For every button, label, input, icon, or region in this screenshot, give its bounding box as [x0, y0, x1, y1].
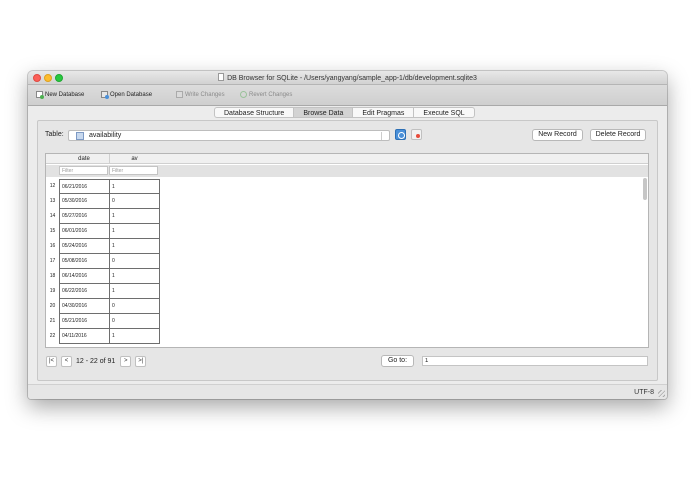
row-number[interactable]: 19	[46, 284, 59, 299]
cell-av[interactable]: 1	[109, 269, 160, 284]
table-row[interactable]: 19 06/22/2016 1	[46, 284, 160, 299]
row-number[interactable]: 13	[46, 194, 59, 209]
open-database-button[interactable]: Open Database	[101, 91, 153, 99]
cell-date[interactable]: 05/24/2016	[59, 239, 110, 254]
column-header-av[interactable]: av	[109, 154, 159, 164]
window-title-text: DB Browser for SQLite - /Users/yangyang/…	[227, 75, 477, 82]
cell-av[interactable]: 1	[109, 209, 160, 224]
cell-date[interactable]: 06/14/2016	[59, 269, 110, 284]
goto-input[interactable]	[422, 356, 648, 366]
first-page-button[interactable]: |<	[46, 356, 57, 367]
chevron-down-icon	[381, 132, 387, 140]
delete-record-button[interactable]: Delete Record	[590, 129, 646, 141]
table-row[interactable]: 12 06/21/2016 1	[46, 179, 160, 194]
tab-bar: Database Structure Browse Data Edit Prag…	[214, 107, 475, 118]
cell-date[interactable]: 04/30/2016	[59, 299, 110, 314]
record-range: 12 - 22 of 91	[76, 358, 116, 365]
tab-execute-sql[interactable]: Execute SQL	[414, 107, 475, 118]
status-bar: UTF-8	[28, 384, 667, 399]
cell-date[interactable]: 04/11/2016	[59, 329, 110, 344]
write-changes-icon	[176, 91, 183, 98]
cell-date[interactable]: 06/22/2016	[59, 284, 110, 299]
row-number[interactable]: 14	[46, 209, 59, 224]
row-number[interactable]: 16	[46, 239, 59, 254]
cell-av[interactable]: 1	[109, 239, 160, 254]
column-header-date[interactable]: date	[59, 154, 109, 164]
table-label: Table:	[45, 131, 64, 138]
new-database-label: New Database	[45, 91, 85, 98]
open-database-label: Open Database	[110, 91, 153, 98]
write-changes-button[interactable]: Write Changes	[176, 91, 225, 98]
next-page-button[interactable]: >	[120, 356, 132, 367]
document-icon	[218, 73, 225, 81]
filter-input-av[interactable]	[109, 166, 158, 175]
table-row[interactable]: 17 05/08/2016 0	[46, 254, 160, 269]
cell-date[interactable]: 05/27/2016	[59, 209, 110, 224]
refresh-button[interactable]	[395, 129, 406, 140]
row-number[interactable]: 22	[46, 329, 59, 344]
cell-av[interactable]: 0	[109, 299, 160, 314]
previous-page-button[interactable]: <	[61, 356, 72, 367]
clear-filters-button[interactable]	[411, 129, 422, 140]
scrollbar-thumb[interactable]	[643, 178, 647, 200]
row-number[interactable]: 20	[46, 299, 59, 314]
write-changes-label: Write Changes	[185, 91, 225, 98]
tab-edit-pragmas[interactable]: Edit Pragmas	[353, 107, 415, 118]
cell-av[interactable]: 1	[109, 224, 160, 239]
row-number[interactable]: 15	[46, 224, 59, 239]
grid-rows: 12 06/21/2016 1 13 05/30/2016 0 14 05/27…	[46, 179, 160, 344]
cell-av[interactable]: 1	[109, 284, 160, 299]
new-database-icon	[36, 91, 44, 99]
revert-changes-icon	[240, 91, 247, 98]
cell-date[interactable]: 05/30/2016	[59, 194, 110, 209]
new-database-button[interactable]: New Database	[36, 91, 85, 99]
new-record-button[interactable]: New Record	[532, 129, 583, 141]
table-row[interactable]: 13 05/30/2016 0	[46, 194, 160, 209]
table-row[interactable]: 18 06/14/2016 1	[46, 269, 160, 284]
tab-browse-data[interactable]: Browse Data	[294, 107, 354, 118]
revert-changes-label: Revert Changes	[249, 91, 293, 98]
row-number[interactable]: 12	[46, 179, 59, 194]
main-toolbar: New Database Open Database Write Changes…	[28, 85, 667, 106]
table-select-value: availability	[89, 132, 122, 139]
row-number[interactable]: 18	[46, 269, 59, 284]
table-row[interactable]: 22 04/11/2016 1	[46, 329, 160, 344]
filter-input-date[interactable]	[59, 166, 108, 175]
tab-database-structure[interactable]: Database Structure	[214, 107, 295, 118]
cell-date[interactable]: 06/01/2016	[59, 224, 110, 239]
vertical-scrollbar[interactable]	[642, 177, 647, 347]
cell-av[interactable]: 0	[109, 194, 160, 209]
open-database-icon	[101, 91, 109, 99]
cell-date[interactable]: 05/21/2016	[59, 314, 110, 329]
encoding-label: UTF-8	[634, 389, 654, 396]
cell-date[interactable]: 05/08/2016	[59, 254, 110, 269]
cell-av[interactable]: 0	[109, 254, 160, 269]
table-row[interactable]: 21 05/21/2016 0	[46, 314, 160, 329]
cell-av[interactable]: 1	[109, 329, 160, 344]
goto-button[interactable]: Go to:	[381, 355, 414, 367]
grid-header: date av	[46, 154, 648, 164]
app-window: DB Browser for SQLite - /Users/yangyang/…	[28, 71, 667, 399]
table-row[interactable]: 16 05/24/2016 1	[46, 239, 160, 254]
record-navigation: |< < 12 - 22 of 91 > >|	[46, 356, 150, 367]
title-bar: DB Browser for SQLite - /Users/yangyang/…	[28, 71, 667, 85]
filter-row	[46, 165, 648, 177]
data-grid: date av 12 06/21/2016 1 13 05/30/2016 0 …	[45, 153, 649, 348]
row-number[interactable]: 21	[46, 314, 59, 329]
cell-av[interactable]: 1	[109, 179, 160, 194]
resize-grip-icon[interactable]	[658, 390, 665, 397]
table-row[interactable]: 20 04/30/2016 0	[46, 299, 160, 314]
window-title: DB Browser for SQLite - /Users/yangyang/…	[28, 73, 667, 82]
last-page-button[interactable]: >|	[135, 356, 147, 367]
cell-date[interactable]: 06/21/2016	[59, 179, 110, 194]
table-icon	[76, 132, 84, 140]
row-number[interactable]: 17	[46, 254, 59, 269]
table-row[interactable]: 15 06/01/2016 1	[46, 224, 160, 239]
table-select[interactable]: availability	[68, 130, 390, 141]
table-row[interactable]: 14 05/27/2016 1	[46, 209, 160, 224]
cell-av[interactable]: 0	[109, 314, 160, 329]
revert-changes-button[interactable]: Revert Changes	[240, 91, 292, 98]
